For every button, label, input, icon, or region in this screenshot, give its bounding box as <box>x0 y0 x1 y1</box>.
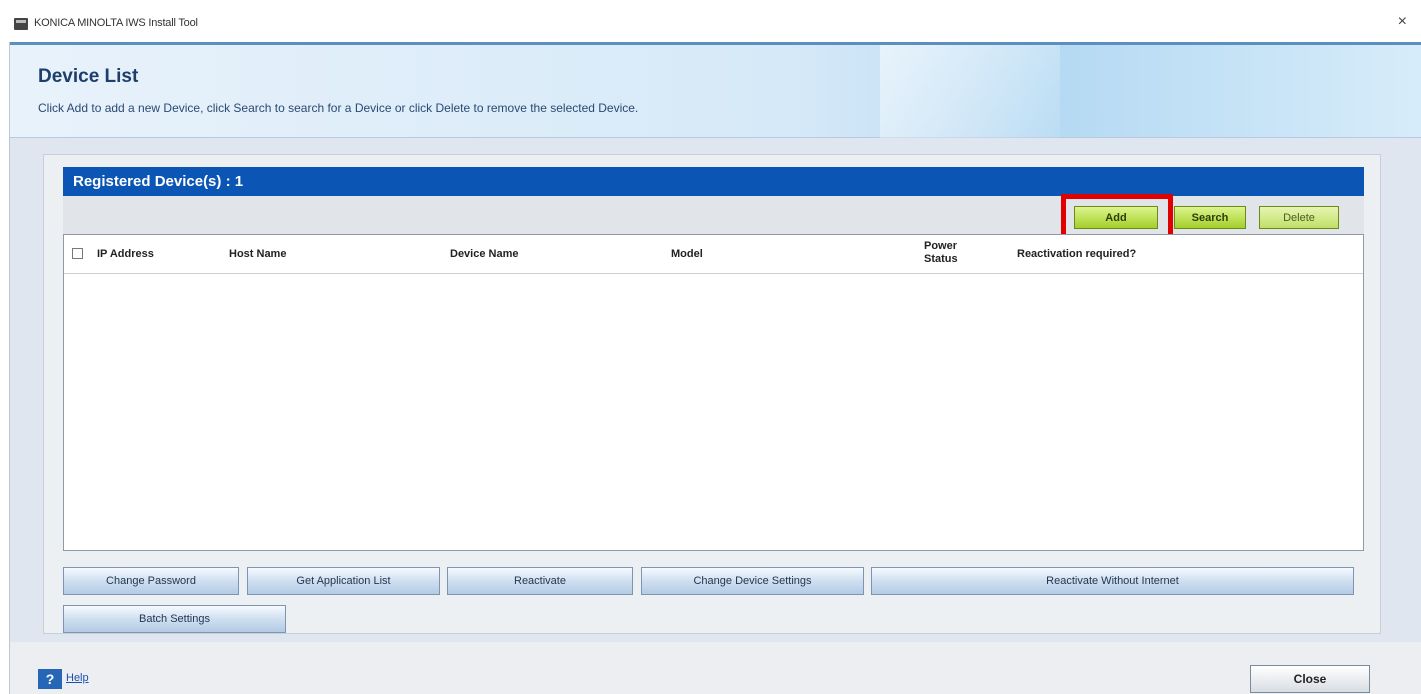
page-header: Device List Click Add to add a new Devic… <box>10 42 1421 138</box>
window-footer: ? Help Close <box>10 642 1421 694</box>
title-bar: KONICA MINOLTA IWS Install Tool × <box>0 0 1421 42</box>
reactivate-without-internet-button[interactable]: Reactivate Without Internet <box>871 567 1354 595</box>
registered-devices-bar: Registered Device(s) : 1 <box>63 167 1364 196</box>
registered-devices-count: Registered Device(s) : 1 <box>73 173 244 190</box>
window-title: KONICA MINOLTA IWS Install Tool <box>34 17 198 29</box>
app-icon <box>14 18 28 30</box>
search-button[interactable]: Search <box>1174 206 1246 229</box>
column-reactivation-required[interactable]: Reactivation required? <box>1017 248 1136 260</box>
window-close-icon[interactable]: × <box>1398 13 1407 31</box>
page-title: Device List <box>38 66 139 87</box>
table-header: IP Address Host Name Device Name Model P… <box>64 235 1363 274</box>
select-all-checkbox[interactable] <box>72 248 83 259</box>
column-ip-address[interactable]: IP Address <box>97 248 154 260</box>
page-description: Click Add to add a new Device, click Sea… <box>38 101 639 115</box>
add-button[interactable]: Add <box>1074 206 1158 229</box>
help-link[interactable]: Help <box>66 672 89 684</box>
batch-settings-button[interactable]: Batch Settings <box>63 605 286 633</box>
delete-button[interactable]: Delete <box>1259 206 1339 229</box>
device-panel: Registered Device(s) : 1 Add Search Dele… <box>43 154 1381 634</box>
device-toolbar: Add Search Delete <box>63 194 1364 244</box>
main-window: Device List Click Add to add a new Devic… <box>9 42 1421 694</box>
get-application-list-button[interactable]: Get Application List <box>247 567 440 595</box>
column-device-name[interactable]: Device Name <box>450 248 519 260</box>
reactivate-button[interactable]: Reactivate <box>447 567 633 595</box>
change-device-settings-button[interactable]: Change Device Settings <box>641 567 864 595</box>
question-icon[interactable]: ? <box>38 669 62 689</box>
column-power-status[interactable]: Power Status <box>924 240 968 266</box>
change-password-button[interactable]: Change Password <box>63 567 239 595</box>
header-decoration <box>880 45 1060 138</box>
column-host-name[interactable]: Host Name <box>229 248 286 260</box>
close-button[interactable]: Close <box>1250 665 1370 693</box>
device-table: IP Address Host Name Device Name Model P… <box>63 234 1364 551</box>
column-model[interactable]: Model <box>671 248 703 260</box>
